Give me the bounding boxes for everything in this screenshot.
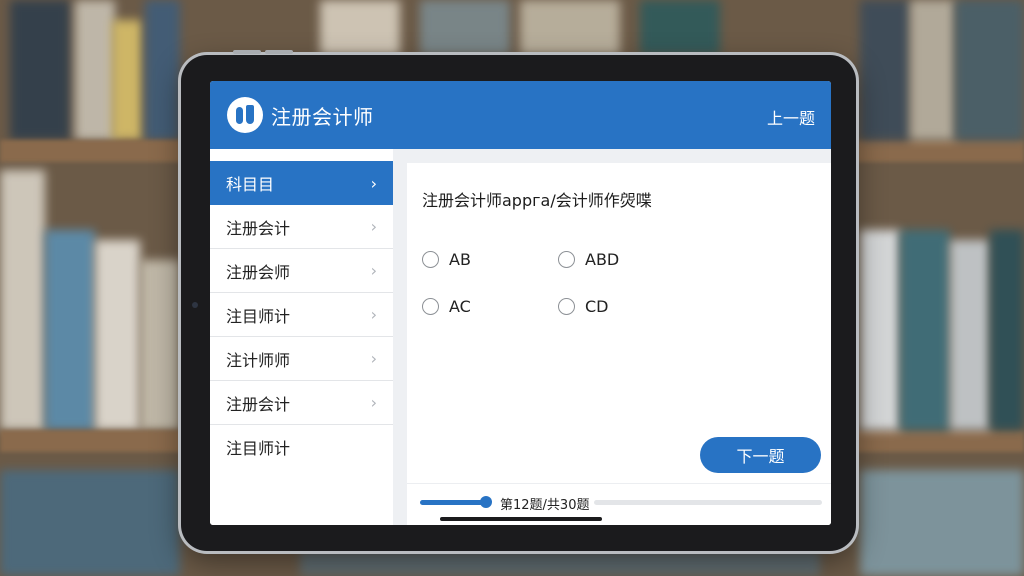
chevron-right-icon: ›	[370, 217, 377, 236]
radio-button[interactable]	[558, 298, 575, 315]
sidebar-item-label: 注目师计	[226, 439, 291, 458]
next-question-button[interactable]: 下一题	[700, 437, 821, 473]
app-header: 注册会计师 上一题	[210, 81, 831, 149]
subject-sidebar: 科目目 › 注册会计 › 注册会师 › 注目师计 › 注计师师 › 注册会计 ›	[210, 149, 393, 525]
app-logo-icon	[227, 97, 263, 133]
option-label: ABD	[585, 250, 620, 269]
chevron-right-icon: ›	[370, 173, 377, 193]
option-label: CD	[585, 297, 609, 316]
app-screen: 注册会计师 上一题 科目目 › 注册会计 › 注册会师 › 注目师计 › 注计师…	[210, 81, 831, 525]
sidebar-item-1[interactable]: 注册会计 ›	[210, 205, 393, 249]
radio-button[interactable]	[558, 251, 575, 268]
progress-slider-handle[interactable]	[480, 496, 492, 508]
chevron-right-icon: ›	[370, 305, 377, 324]
radio-button[interactable]	[422, 251, 439, 268]
tablet-device: 注册会计师 上一题 科目目 › 注册会计 › 注册会师 › 注目师计 › 注计师…	[181, 50, 856, 551]
volume-button	[265, 50, 293, 54]
option-label: AC	[449, 297, 471, 316]
progress-fill	[420, 500, 486, 505]
home-indicator[interactable]	[440, 517, 602, 521]
option-abd[interactable]: ABD	[558, 250, 619, 269]
sidebar-item-4[interactable]: 注计师师 ›	[210, 337, 393, 381]
option-cd[interactable]: CD	[558, 297, 609, 316]
progress-track	[594, 500, 822, 505]
sidebar-item-label: 注册会师	[226, 262, 291, 282]
radio-button[interactable]	[422, 298, 439, 315]
sidebar-item-6[interactable]: 注目师计	[210, 425, 393, 469]
chevron-right-icon: ›	[370, 349, 377, 368]
app-title: 注册会计师	[271, 104, 374, 129]
option-ac[interactable]: AC	[422, 297, 471, 316]
sidebar-item-3[interactable]: 注目师计 ›	[210, 293, 393, 337]
question-panel: 注册会计师appга/会计师作焈喋 AB ABD AC CD 下一题 第12题/…	[407, 163, 831, 525]
sidebar-item-label: 注目师计	[226, 306, 291, 326]
chevron-right-icon: ›	[370, 393, 377, 412]
volume-button	[233, 50, 261, 54]
sidebar-item-5[interactable]: 注册会计 ›	[210, 381, 393, 425]
previous-question-button[interactable]: 上一题	[767, 105, 815, 129]
sidebar-item-0[interactable]: 科目目 ›	[210, 161, 393, 205]
question-text: 注册会计师appга/会计师作焈喋	[422, 191, 652, 210]
option-label: AB	[449, 250, 471, 269]
sidebar-item-label: 注册会计	[226, 394, 291, 414]
sidebar-item-label: 科目目	[226, 175, 275, 194]
sidebar-item-label: 注册会计	[226, 218, 291, 238]
camera	[192, 302, 198, 308]
sidebar-item-2[interactable]: 注册会师 ›	[210, 249, 393, 293]
progress-text: 第12题/共30题	[500, 498, 590, 513]
sidebar-item-label: 注计师师	[226, 350, 291, 370]
chevron-right-icon: ›	[370, 261, 377, 280]
option-ab[interactable]: AB	[422, 250, 471, 269]
